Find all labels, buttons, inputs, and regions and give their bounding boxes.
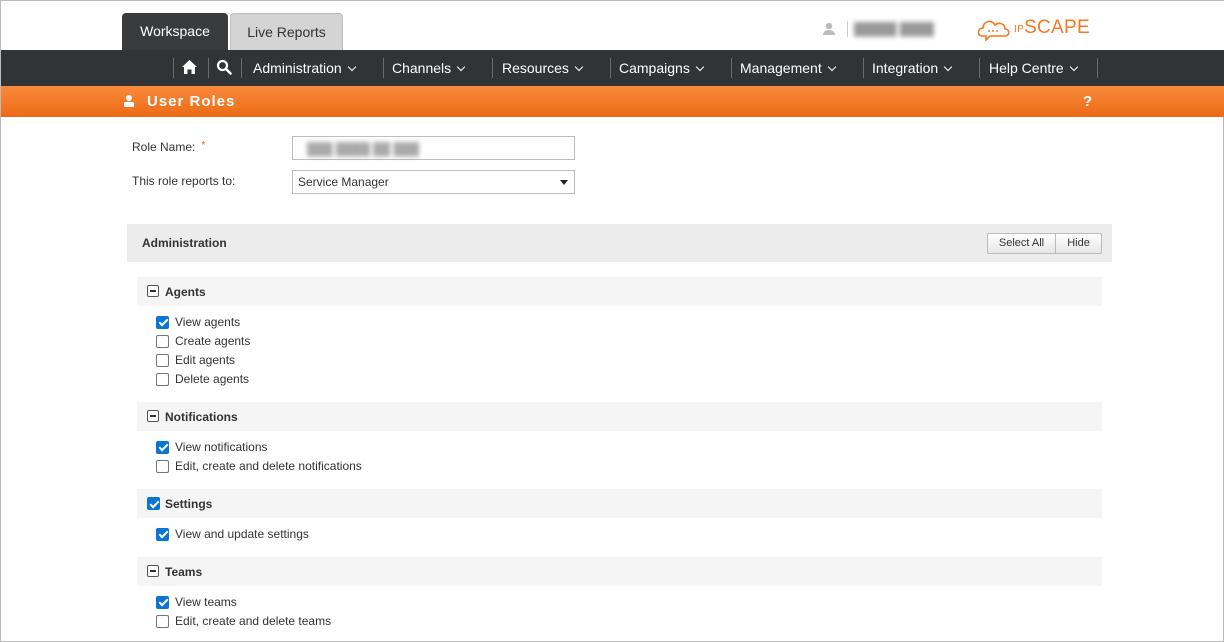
role-name-value: ███ ████ ██ ███ xyxy=(307,142,420,156)
logo-prefix: IP xyxy=(1014,24,1025,35)
search-icon[interactable] xyxy=(216,50,232,86)
cloud-logo-icon xyxy=(977,20,1010,41)
group-title: Notifications xyxy=(165,410,238,424)
nav-divider xyxy=(1097,58,1098,78)
page-header: User Roles ? xyxy=(1,86,1224,117)
permission-label: Delete agents xyxy=(175,372,250,386)
permission-label: View agents xyxy=(175,315,241,329)
nav-channels[interactable]: Channels xyxy=(392,50,466,86)
permission-item[interactable]: View and update settings xyxy=(156,526,309,542)
chevron-down-icon xyxy=(574,62,584,72)
nav-administration[interactable]: Administration xyxy=(253,50,356,86)
user-menu[interactable]: █████ ████ xyxy=(821,19,934,39)
nav-label: Management xyxy=(740,60,822,76)
reports-to-label: This role reports to: xyxy=(132,174,236,188)
nav-divider xyxy=(383,58,384,78)
permission-label: View teams xyxy=(175,595,237,609)
nav-divider xyxy=(173,58,174,78)
section-title: Administration xyxy=(142,236,227,250)
checkbox[interactable] xyxy=(156,440,169,454)
nav-label: Help Centre xyxy=(989,60,1064,76)
required-marker: * xyxy=(201,140,206,151)
nav-label: Administration xyxy=(253,60,342,76)
group-teams: Teams xyxy=(137,557,1102,586)
tab-live-reports[interactable]: Live Reports xyxy=(230,13,343,50)
nav-divider xyxy=(979,58,980,78)
nav-campaigns[interactable]: Campaigns xyxy=(619,50,705,86)
page-title: User Roles xyxy=(147,93,236,110)
group-agents: Agents xyxy=(137,277,1102,306)
nav-divider xyxy=(863,58,864,78)
tab-workspace[interactable]: Workspace xyxy=(122,13,228,50)
nav-help-centre[interactable]: Help Centre xyxy=(989,50,1078,86)
checkbox[interactable] xyxy=(156,353,169,367)
checkbox[interactable] xyxy=(156,315,169,329)
role-name-label: Role Name: * xyxy=(132,140,206,154)
user-name: █████ ████ xyxy=(854,22,934,36)
permission-item[interactable]: View teams xyxy=(156,594,237,610)
permission-label: Edit, create and delete notifications xyxy=(175,459,362,473)
nav-divider xyxy=(731,58,732,78)
reports-to-value: Service Manager xyxy=(298,175,389,189)
home-icon[interactable] xyxy=(181,50,198,86)
permission-item[interactable]: View agents xyxy=(156,314,240,330)
chevron-down-icon xyxy=(347,62,356,72)
logo-name: SCAPE xyxy=(1024,17,1090,38)
permission-label: Edit agents xyxy=(175,353,236,367)
collapse-icon[interactable] xyxy=(147,565,159,577)
help-icon[interactable]: ? xyxy=(1083,86,1092,117)
permission-label: Edit, create and delete teams xyxy=(175,614,332,628)
permission-label: Create agents xyxy=(175,334,251,348)
nav-resources[interactable]: Resources xyxy=(502,50,584,86)
group-checkbox[interactable] xyxy=(147,497,160,510)
reports-to-select[interactable]: Service Manager xyxy=(292,170,575,194)
checkbox[interactable] xyxy=(156,459,169,473)
divider xyxy=(847,21,848,37)
dropdown-arrow-icon xyxy=(560,180,568,185)
permission-item[interactable]: Create agents xyxy=(156,333,250,349)
checkbox[interactable] xyxy=(156,372,169,386)
nav-label: Integration xyxy=(872,60,939,76)
chevron-down-icon xyxy=(827,62,836,72)
checkbox[interactable] xyxy=(156,334,169,348)
collapse-icon[interactable] xyxy=(147,285,159,297)
group-title: Teams xyxy=(165,565,203,579)
chevron-down-icon xyxy=(695,62,705,72)
chevron-down-icon xyxy=(456,62,466,72)
checkbox[interactable] xyxy=(156,595,169,609)
nav-label: Channels xyxy=(392,60,452,76)
permission-label: View and update settings xyxy=(175,527,309,541)
checkbox[interactable] xyxy=(156,614,169,628)
nav-divider xyxy=(610,58,611,78)
main-nav: Administration Channels Resources Campai… xyxy=(1,50,1224,86)
permission-item[interactable]: Edit, create and delete notifications xyxy=(156,458,362,474)
group-title: Agents xyxy=(165,285,206,299)
administration-section-header: Administration Select All Hide xyxy=(127,224,1112,262)
group-title: Settings xyxy=(165,497,213,511)
top-bar: Workspace Live Reports █████ ████ IPSCAP… xyxy=(1,1,1224,50)
nav-divider xyxy=(241,58,242,78)
nav-divider xyxy=(208,58,209,78)
nav-divider xyxy=(492,58,493,78)
group-notifications: Notifications xyxy=(137,402,1102,431)
hide-button[interactable]: Hide xyxy=(1055,233,1102,254)
permission-item[interactable]: Edit agents xyxy=(156,352,235,368)
permission-label: View notifications xyxy=(175,440,268,454)
permission-item[interactable]: Edit, create and delete teams xyxy=(156,613,331,629)
nav-management[interactable]: Management xyxy=(740,50,836,86)
nav-integration[interactable]: Integration xyxy=(872,50,953,86)
nav-label: Resources xyxy=(502,60,569,76)
nav-label: Campaigns xyxy=(619,60,690,76)
permission-item[interactable]: Delete agents xyxy=(156,371,249,387)
select-all-button[interactable]: Select All xyxy=(987,233,1056,254)
checkbox[interactable] xyxy=(156,527,169,541)
chevron-down-icon xyxy=(943,62,953,72)
user-icon xyxy=(821,21,837,37)
permission-item[interactable]: View notifications xyxy=(156,439,268,455)
ipscape-logo: IPSCAPE xyxy=(976,13,1090,43)
chevron-down-icon xyxy=(1069,62,1078,72)
group-settings: Settings xyxy=(137,489,1102,518)
collapse-icon[interactable] xyxy=(147,410,159,422)
user-icon xyxy=(122,94,136,111)
